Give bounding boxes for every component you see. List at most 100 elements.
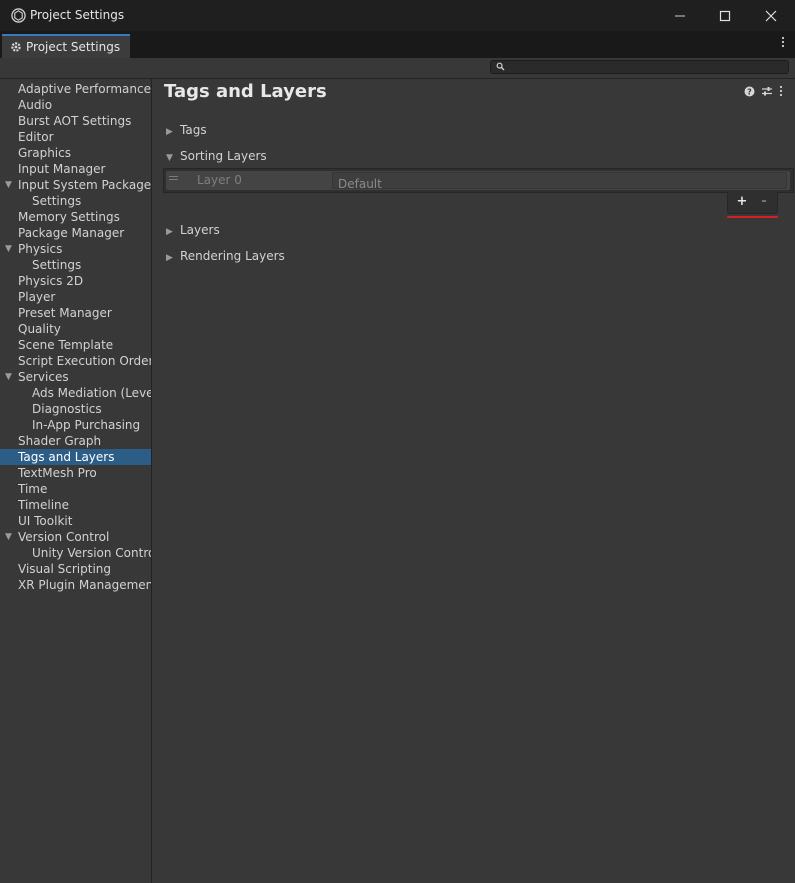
help-icon[interactable]: ? <box>744 86 755 97</box>
sidebar-item[interactable]: ▼ Physics <box>0 241 151 257</box>
add-sorting-layer-button[interactable]: + <box>732 194 752 210</box>
expanded-arrow-icon[interactable]: ▼ <box>5 241 12 257</box>
sidebar-item-label: UI Toolkit <box>18 514 73 528</box>
sidebar-item[interactable]: Preset Manager <box>0 305 151 321</box>
maximize-button[interactable] <box>702 0 748 31</box>
sidebar-item-label: Input Manager <box>18 162 106 176</box>
sidebar-item-label: Tags and Layers <box>18 450 115 464</box>
list-item[interactable]: Layer 0 <box>166 171 790 192</box>
sidebar-item-label: Burst AOT Settings <box>18 114 132 128</box>
section-rendering-layers[interactable]: ▶ Rendering Layers <box>166 247 285 265</box>
section-layers[interactable]: ▶ Layers <box>166 221 220 239</box>
sidebar-item-label: Preset Manager <box>18 306 112 320</box>
sidebar-item-label: Diagnostics <box>32 402 102 416</box>
unity-logo-icon <box>11 8 26 23</box>
drag-handle-icon[interactable] <box>169 176 178 182</box>
window-title: Project Settings <box>30 8 125 22</box>
tab-label: Project Settings <box>26 40 121 54</box>
sorting-layer-name-input[interactable] <box>333 176 786 192</box>
sorting-layer-label: Layer 0 <box>197 173 242 187</box>
sidebar-item[interactable]: Burst AOT Settings <box>0 113 151 129</box>
sorting-layer-name-field[interactable] <box>332 172 787 192</box>
sidebar-item[interactable]: Timeline <box>0 497 151 513</box>
sidebar-item[interactable]: XR Plugin Management <box>0 577 151 593</box>
collapsed-arrow-icon: ▶ <box>166 227 173 237</box>
sidebar-item-label: Quality <box>18 322 61 336</box>
sidebar-item[interactable]: Settings <box>0 257 151 273</box>
section-tags[interactable]: ▶ Tags <box>166 121 207 139</box>
settings-toolbar <box>0 58 795 79</box>
sidebar-item-label: Timeline <box>18 498 70 512</box>
sidebar-item[interactable]: Unity Version Control <box>0 545 151 561</box>
tab-project-settings[interactable]: Project Settings <box>2 34 130 58</box>
sidebar-item-label: Settings <box>32 258 82 272</box>
sidebar-item[interactable]: ▼ Services <box>0 369 151 385</box>
sorting-layers-list: Layer 0 <box>163 168 794 193</box>
remove-sorting-layer-button[interactable]: - <box>754 194 774 210</box>
sidebar-item-label: Audio <box>18 98 53 112</box>
svg-text:?: ? <box>747 87 752 96</box>
sidebar-item-label: Script Execution Order <box>18 354 152 368</box>
window-titlebar: Project Settings <box>0 0 795 31</box>
sidebar-item[interactable]: Tags and Layers <box>0 449 151 465</box>
expanded-arrow-icon[interactable]: ▼ <box>5 177 12 193</box>
expanded-arrow-icon[interactable]: ▼ <box>5 529 12 545</box>
sidebar-item[interactable]: Memory Settings <box>0 209 151 225</box>
page-title: Tags and Layers <box>164 81 327 102</box>
sidebar-item-label: XR Plugin Management <box>18 578 152 592</box>
sidebar-item[interactable]: ▼ Version Control <box>0 529 151 545</box>
main-panel: Tags and Layers ? ▶ Tags ▼ Sorting Layers … <box>152 79 795 881</box>
sidebar-item-label: Time <box>18 482 48 496</box>
gear-icon <box>11 42 21 52</box>
sidebar-item-label: Memory Settings <box>18 210 120 224</box>
sidebar-item[interactable]: UI Toolkit <box>0 513 151 529</box>
sidebar-item[interactable]: Adaptive Performance <box>0 81 151 97</box>
sidebar-item[interactable]: Diagnostics <box>0 401 151 417</box>
close-button[interactable] <box>748 0 794 31</box>
sidebar-item[interactable]: Visual Scripting <box>0 561 151 577</box>
sidebar-item[interactable]: Player <box>0 289 151 305</box>
sidebar-item[interactable]: Scene Template <box>0 337 151 353</box>
tab-strip: Project Settings <box>0 31 795 58</box>
sidebar-item-label: Scene Template <box>18 338 114 352</box>
sidebar-item[interactable]: ▼ Input System Package <box>0 177 151 193</box>
sidebar-item[interactable]: Time <box>0 481 151 497</box>
section-sorting-layers[interactable]: ▼ Sorting Layers <box>166 147 267 165</box>
sidebar-item[interactable]: TextMesh Pro <box>0 465 151 481</box>
sidebar-item[interactable]: In-App Purchasing <box>0 417 151 433</box>
minimize-button[interactable] <box>657 0 703 31</box>
section-layers-label: Layers <box>180 223 220 237</box>
section-sorting-layers-label: Sorting Layers <box>180 149 267 163</box>
preset-sliders-icon[interactable] <box>761 85 773 97</box>
expanded-arrow-icon: ▼ <box>166 153 173 163</box>
sidebar-item-label: Graphics <box>18 146 71 160</box>
sidebar-item[interactable]: Input Manager <box>0 161 151 177</box>
close-icon <box>765 10 777 21</box>
sidebar-item[interactable]: Audio <box>0 97 151 113</box>
sidebar-item[interactable]: Shader Graph <box>0 433 151 449</box>
minimize-icon <box>675 15 685 16</box>
sidebar-item-label: Adaptive Performance <box>18 82 151 96</box>
section-rendering-layers-label: Rendering Layers <box>180 249 285 263</box>
sidebar-item[interactable]: Physics 2D <box>0 273 151 289</box>
sidebar-item-label: Physics 2D <box>18 274 84 288</box>
kebab-menu-icon[interactable] <box>781 36 785 48</box>
sidebar-item-label: In-App Purchasing <box>32 418 141 432</box>
sidebar-item-label: Shader Graph <box>18 434 102 448</box>
search-box[interactable] <box>490 60 789 74</box>
collapsed-arrow-icon: ▶ <box>166 253 173 263</box>
expanded-arrow-icon[interactable]: ▼ <box>5 369 12 385</box>
sidebar-item[interactable]: Ads Mediation (Level <box>0 385 151 401</box>
sidebar-item-label: TextMesh Pro <box>18 466 97 480</box>
sidebar-item[interactable]: Script Execution Order <box>0 353 151 369</box>
search-input[interactable] <box>509 61 784 73</box>
kebab-menu-icon[interactable] <box>779 85 783 97</box>
sidebar-item[interactable]: Graphics <box>0 145 151 161</box>
sidebar-item[interactable]: Editor <box>0 129 151 145</box>
sidebar-item[interactable]: Quality <box>0 321 151 337</box>
sidebar-item[interactable]: Settings <box>0 193 151 209</box>
settings-sidebar: Adaptive Performance Audio Burst AOT Setti… <box>0 79 152 883</box>
sidebar-item[interactable]: Package Manager <box>0 225 151 241</box>
search-icon <box>496 62 505 71</box>
sidebar-item-label: Input System Package <box>18 178 152 192</box>
